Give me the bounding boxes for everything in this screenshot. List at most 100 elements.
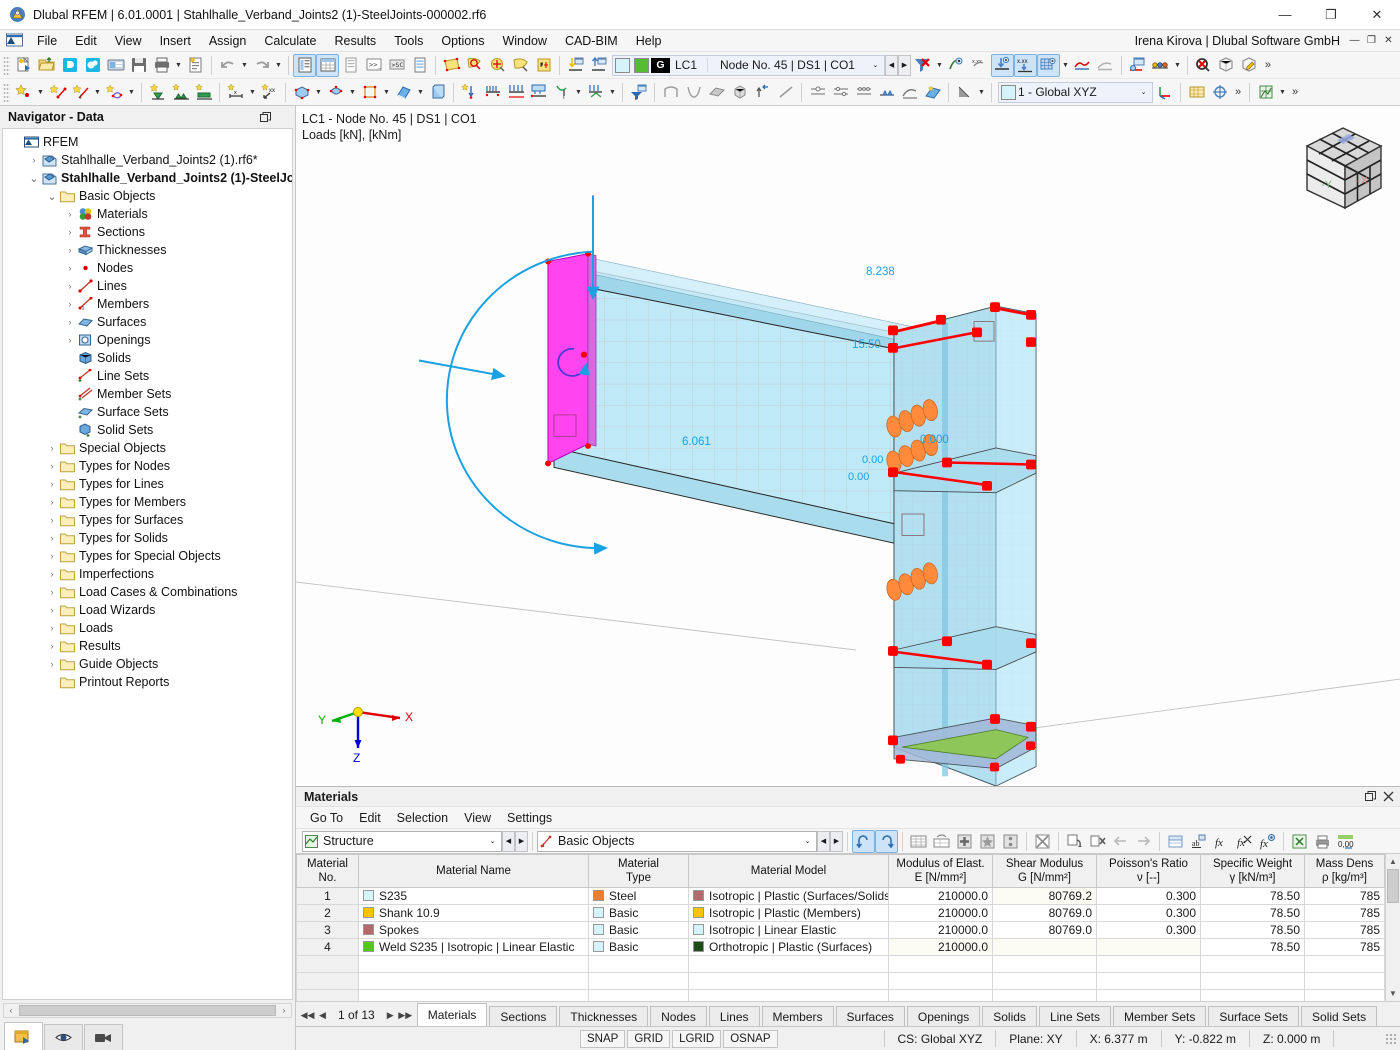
views-navigator-tab[interactable] — [84, 1024, 123, 1050]
log-panel-icon[interactable] — [408, 54, 431, 77]
cell-empty[interactable] — [992, 955, 1097, 973]
render-solid-icon[interactable] — [1215, 54, 1238, 77]
cell-mass-density[interactable]: 785 — [1304, 921, 1385, 939]
new-opening-icon[interactable] — [358, 81, 381, 104]
sheet-tab-solids[interactable]: Solids — [982, 1006, 1037, 1026]
col-specific-weight[interactable]: Specific Weight γ [kN/m³] — [1200, 854, 1305, 888]
pager-prev-button[interactable]: ◀ — [315, 1010, 330, 1021]
tree-item-types-for-special-objects[interactable]: › Types for Special Objects — [3, 547, 292, 565]
cell-empty[interactable] — [1304, 972, 1385, 990]
undo-icon[interactable] — [216, 54, 239, 77]
panel-menu-settings[interactable]: Settings — [499, 809, 560, 827]
scroll-thumb[interactable] — [19, 1004, 276, 1016]
tree-expander-icon[interactable]: › — [27, 155, 41, 165]
line-support-icon[interactable] — [169, 81, 192, 104]
new-solid-dropdown-caret[interactable]: ▼ — [313, 81, 324, 104]
osnap-toggle[interactable]: OSNAP — [723, 1029, 778, 1048]
menu-tools[interactable]: Tools — [385, 32, 432, 50]
print-icon[interactable] — [150, 54, 173, 77]
print-dropdown-caret[interactable]: ▼ — [173, 54, 184, 77]
cell-modulus-elasticity[interactable]: 210000.0 — [888, 887, 993, 905]
member-load-icon[interactable] — [481, 81, 504, 104]
menu-edit[interactable]: Edit — [66, 32, 106, 50]
clear-results-dropdown-caret[interactable]: ▼ — [934, 54, 945, 77]
tree-expander-icon[interactable]: › — [45, 587, 59, 597]
save-icon[interactable] — [127, 54, 150, 77]
sheet-tab-surface-sets[interactable]: Surface Sets — [1208, 1006, 1300, 1026]
col-shear-modulus[interactable]: Shear Modulus G [N/mm²] — [992, 854, 1097, 888]
tree-item-sections[interactable]: › Sections — [3, 223, 292, 241]
show-loads-icon[interactable] — [990, 53, 1014, 77]
close-button[interactable]: ✕ — [1354, 0, 1400, 30]
decimal-places-icon[interactable]: 0,00 — [1334, 830, 1357, 853]
tree-expander-icon[interactable]: › — [45, 443, 59, 453]
tree-item-openings[interactable]: › Openings — [3, 331, 292, 349]
table-empty-row[interactable] — [296, 955, 1385, 973]
cell-material-no[interactable]: 1 — [296, 887, 359, 905]
cell-empty[interactable] — [888, 972, 993, 990]
member-line-icon[interactable] — [774, 81, 797, 104]
mesh-generate-icon[interactable] — [1185, 81, 1208, 104]
table-grid-icon[interactable] — [907, 830, 930, 853]
toolbar-overflow-chevron[interactable]: » — [1261, 54, 1275, 77]
col-material-type[interactable]: Material Type — [588, 854, 689, 888]
zoom-window-icon[interactable] — [463, 54, 486, 77]
minimize-button[interactable]: — — [1262, 0, 1308, 30]
pager-next-button[interactable]: ▶ — [383, 1010, 398, 1021]
coordinate-label-icon[interactable]: xx — [258, 81, 281, 104]
cell-modulus-elasticity[interactable]: 210000.0 — [888, 904, 993, 922]
cell-material-model[interactable]: Isotropic | Plastic (Surfaces/Solids) — [688, 887, 889, 905]
cell-poissons-ratio[interactable]: 0.300 — [1096, 887, 1201, 905]
cell-specific-weight[interactable]: 78.50 — [1200, 904, 1305, 922]
mesh-dropdown-caret[interactable]: ▼ — [1060, 54, 1071, 77]
tree-item-surfaces[interactable]: › Surfaces — [3, 313, 292, 331]
zoom-all-icon[interactable] — [486, 54, 509, 77]
sheet-tab-members[interactable]: Members — [761, 1006, 834, 1026]
load-case-selector[interactable]: G LC1 Node No. 45 | DS1 | CO1 ⌄ — [612, 54, 885, 76]
col-poissons-ratio[interactable]: Poisson's Ratio ν [--] — [1096, 854, 1201, 888]
table-vscroll-thumb[interactable] — [1387, 869, 1399, 903]
tree-expander-icon[interactable]: › — [45, 623, 59, 633]
structure-next-button[interactable]: ▶ — [515, 830, 528, 852]
tree-expander-icon[interactable]: › — [45, 461, 59, 471]
solid-cube-icon[interactable] — [728, 81, 751, 104]
sheet-tab-sections[interactable]: Sections — [489, 1006, 558, 1026]
navigator-horizontal-scrollbar[interactable]: ‹ › — [3, 1002, 292, 1018]
tree-item-types-for-nodes[interactable]: › Types for Nodes — [3, 457, 292, 475]
lgrid-toggle[interactable]: LGRID — [672, 1029, 722, 1048]
table-copy-icon[interactable] — [1063, 830, 1086, 853]
coordinate-system-selector[interactable]: 1 - Global XYZ ⌄ — [998, 81, 1153, 103]
table-indent-left-icon[interactable] — [1109, 830, 1132, 853]
redo-dropdown-caret[interactable]: ▼ — [273, 54, 284, 77]
cell-mass-density[interactable]: 785 — [1304, 887, 1385, 905]
surface-support-icon[interactable] — [192, 81, 215, 104]
new-node-dropdown-caret[interactable]: ▼ — [35, 81, 46, 104]
new-node-icon[interactable] — [12, 81, 35, 104]
new-surface-set-icon[interactable] — [392, 81, 415, 104]
tree-expander-icon[interactable]: › — [63, 317, 77, 327]
cell-shear-modulus[interactable] — [992, 938, 1097, 956]
sheet-tab-line-sets[interactable]: Line Sets — [1038, 1006, 1111, 1026]
panel-menu-edit[interactable]: Edit — [351, 809, 389, 827]
tree-expander-icon[interactable]: › — [45, 551, 59, 561]
stiffness-display-icon[interactable] — [898, 81, 921, 104]
tree-item-types-for-surfaces[interactable]: › Types for Surfaces — [3, 511, 292, 529]
table-add-icon[interactable] — [953, 830, 976, 853]
tree-expander-icon[interactable]: › — [63, 263, 77, 273]
tree-item-line-sets[interactable]: Line Sets — [3, 367, 292, 385]
col-material-name[interactable]: Material Name — [358, 854, 589, 888]
sheet-tab-surfaces[interactable]: Surfaces — [835, 1006, 905, 1026]
cell-empty[interactable] — [1096, 972, 1201, 990]
sheet-tab-thicknesses[interactable]: Thicknesses — [559, 1006, 649, 1026]
tree-expander-icon[interactable]: › — [45, 479, 59, 489]
table-structure-icon[interactable] — [1254, 81, 1277, 104]
support-display-icon[interactable] — [875, 81, 898, 104]
menu-help[interactable]: Help — [627, 32, 671, 50]
table-dropdown-caret[interactable]: ▼ — [1277, 81, 1288, 104]
cell-empty[interactable] — [1304, 955, 1385, 973]
cell-empty[interactable] — [992, 972, 1097, 990]
col-material-model[interactable]: Material Model — [688, 854, 889, 888]
tree-expander-icon[interactable]: › — [63, 227, 77, 237]
col-modulus-elasticity[interactable]: Modulus of Elast. E [N/mm²] — [888, 854, 993, 888]
formula-icon[interactable]: fx — [1210, 830, 1233, 853]
